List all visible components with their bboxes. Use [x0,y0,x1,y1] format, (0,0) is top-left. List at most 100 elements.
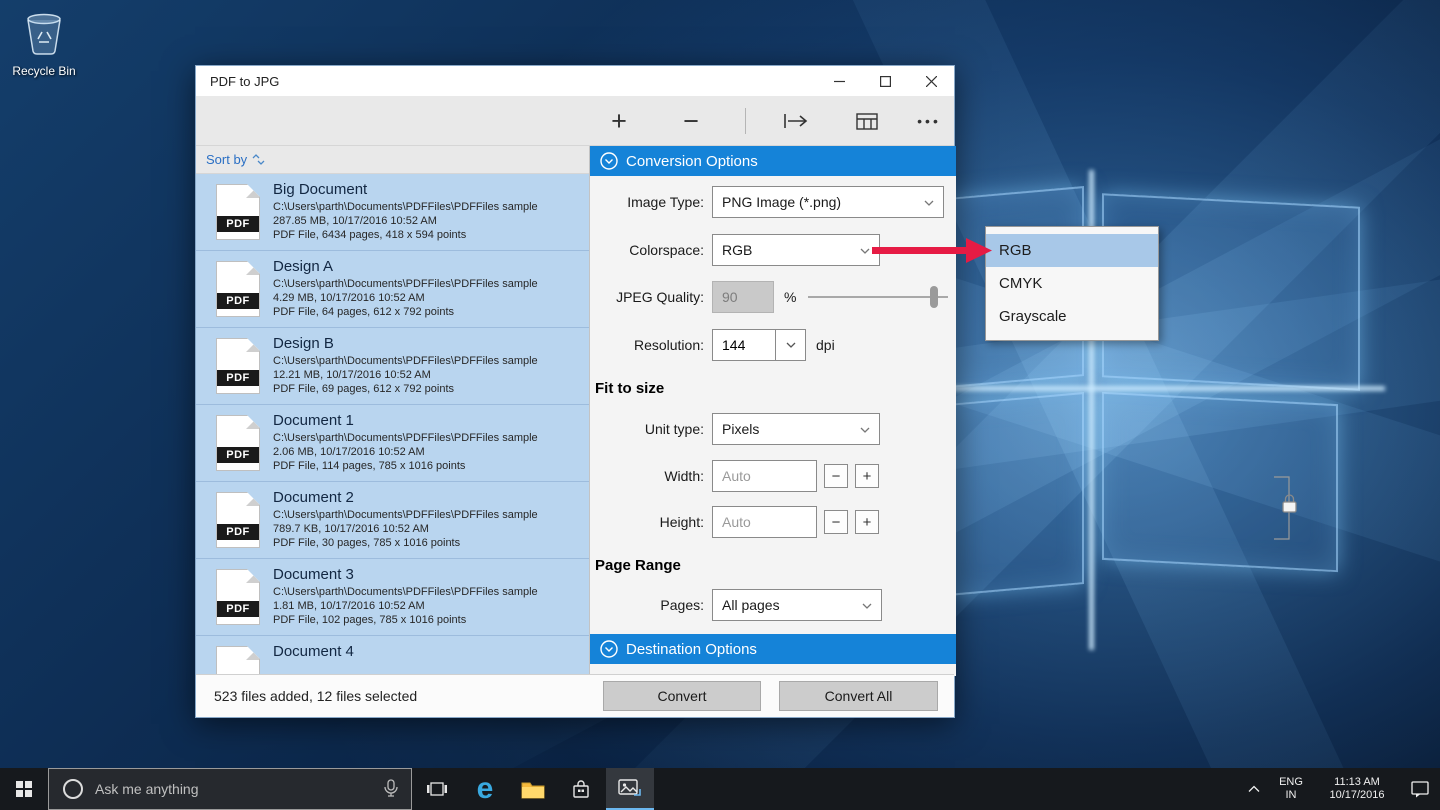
window-titlebar[interactable]: PDF to JPG [196,66,954,96]
conversion-options-header[interactable]: Conversion Options [590,146,956,176]
taskbar: e [0,768,1440,810]
file-path: C:\Users\parth\Documents\PDFFiles\PDFFil… [273,354,583,368]
image-type-dropdown[interactable]: PNG Image (*.png) [712,186,944,218]
destination-options-header[interactable]: Destination Options [590,634,956,664]
start-button[interactable] [0,768,48,810]
width-value: Auto [722,468,751,484]
lock-icon[interactable] [1273,476,1299,540]
jpeg-quality-row: JPEG Quality: 90 % [590,281,956,313]
more-options-button[interactable]: ••• [909,96,949,146]
file-explorer-button[interactable] [510,768,556,810]
page-fold-icon [246,647,259,660]
maximize-button[interactable] [862,66,908,96]
convert-all-button[interactable]: Convert All [779,681,938,711]
width-input[interactable]: Auto [712,460,817,492]
image-type-label: Image Type: [590,194,704,210]
store-icon [571,779,591,799]
file-row-design-b[interactable]: PDF Design B C:\Users\parth\Documents\PD… [196,328,589,405]
chevron-down-icon [860,248,870,254]
clock[interactable]: 11:13 AM 10/17/2016 [1314,776,1400,802]
desktop-screen: Recycle Bin PDF to JPG + − [0,0,1440,810]
microphone-icon[interactable] [383,779,399,799]
file-meta: Document 1 C:\Users\parth\Documents\PDFF… [273,411,583,473]
pdf-badge: PDF [217,293,259,309]
width-increment-button[interactable]: + [855,464,879,488]
system-tray: ENG IN 11:13 AM 10/17/2016 [1240,768,1440,810]
height-increment-button[interactable]: + [855,510,879,534]
aspect-link-bracket [1273,476,1299,545]
task-view-button[interactable] [414,768,460,810]
file-details: PDF File, 30 pages, 785 x 1016 points [273,536,583,550]
minus-icon: − [832,468,841,485]
taskbar-search[interactable] [48,768,412,810]
file-path: C:\Users\parth\Documents\PDFFiles\PDFFil… [273,277,583,291]
close-button[interactable] [908,66,954,96]
minimize-button[interactable] [816,66,862,96]
pages-dropdown[interactable]: All pages [712,589,882,621]
minimize-icon [834,76,845,87]
file-name: Document 4 [273,642,583,662]
resolution-dropdown-button[interactable] [776,329,806,361]
recycle-bin-icon [22,8,66,56]
file-row-document-2[interactable]: PDF Document 2 C:\Users\parth\Documents\… [196,482,589,559]
menu-item-grayscale[interactable]: Grayscale [986,300,1158,333]
colorspace-dropdown[interactable]: RGB [712,234,880,266]
language-code: ENG [1268,776,1314,789]
store-button[interactable] [558,768,604,810]
file-path: C:\Users\parth\Documents\PDFFiles\PDFFil… [273,431,583,445]
options-pane: Conversion Options Image Type: PNG Image… [589,146,956,676]
convert-button[interactable]: Convert [603,681,761,711]
width-label: Width: [590,468,704,484]
file-row-document-3[interactable]: PDF Document 3 C:\Users\parth\Documents\… [196,559,589,636]
edge-icon: e [477,774,494,804]
chevron-down-icon [862,603,872,609]
recycle-bin-label: Recycle Bin [6,64,82,78]
resolution-row: Resolution: 144 dpi [590,329,956,361]
sort-icon [252,154,265,165]
move-button[interactable] [776,96,816,146]
image-type-value: PNG Image (*.png) [722,194,841,210]
colorspace-label: Colorspace: [590,242,704,258]
file-name: Document 2 [273,488,583,508]
height-decrement-button[interactable]: − [824,510,848,534]
recycle-bin[interactable]: Recycle Bin [6,8,82,78]
jpeg-quality-slider [808,285,948,309]
pdf-to-jpg-taskbar-button[interactable] [606,768,654,810]
grid-view-button[interactable] [847,96,887,146]
resolution-input[interactable]: 144 [712,329,776,361]
file-row-big-document[interactable]: PDF Big Document C:\Users\parth\Document… [196,174,589,251]
file-size-date: 12.21 MB, 10/17/2016 10:52 AM [273,368,583,382]
file-row-design-a[interactable]: PDF Design A C:\Users\parth\Documents\PD… [196,251,589,328]
file-row-document-4[interactable]: PDF Document 4 [196,636,589,676]
file-row-document-1[interactable]: PDF Document 1 C:\Users\parth\Documents\… [196,405,589,482]
edge-button[interactable]: e [462,768,508,810]
task-view-icon [426,780,448,798]
add-files-button[interactable]: + [599,96,639,146]
height-input[interactable]: Auto [712,506,817,538]
sort-by-control[interactable]: Sort by [196,146,589,174]
width-decrement-button[interactable]: − [824,464,848,488]
file-details: PDF File, 69 pages, 612 x 792 points [273,382,583,396]
remove-files-button[interactable]: − [671,96,711,146]
file-size-date: 2.06 MB, 10/17/2016 10:52 AM [273,445,583,459]
page-fold-icon [246,493,259,506]
file-meta: Document 4 [273,642,583,662]
menu-item-rgb[interactable]: RGB [986,234,1158,267]
menu-item-cmyk[interactable]: CMYK [986,267,1158,300]
file-path: C:\Users\parth\Documents\PDFFiles\PDFFil… [273,200,583,214]
language-indicator[interactable]: ENG IN [1268,776,1314,802]
maximize-icon [880,76,891,87]
file-explorer-icon [521,780,545,799]
page-fold-icon [246,339,259,352]
convert-all-label: Convert All [825,688,893,704]
unit-type-dropdown[interactable]: Pixels [712,413,880,445]
clock-time: 11:13 AM [1314,776,1400,789]
action-center-button[interactable] [1400,768,1440,810]
file-details: PDF File, 114 pages, 785 x 1016 points [273,459,583,473]
search-input[interactable] [95,781,383,797]
file-path: C:\Users\parth\Documents\PDFFiles\PDFFil… [273,585,583,599]
resolution-label: Resolution: [590,337,704,353]
image-type-row: Image Type: PNG Image (*.png) [590,186,956,218]
tray-overflow-button[interactable] [1240,768,1268,810]
language-region: IN [1268,789,1314,802]
